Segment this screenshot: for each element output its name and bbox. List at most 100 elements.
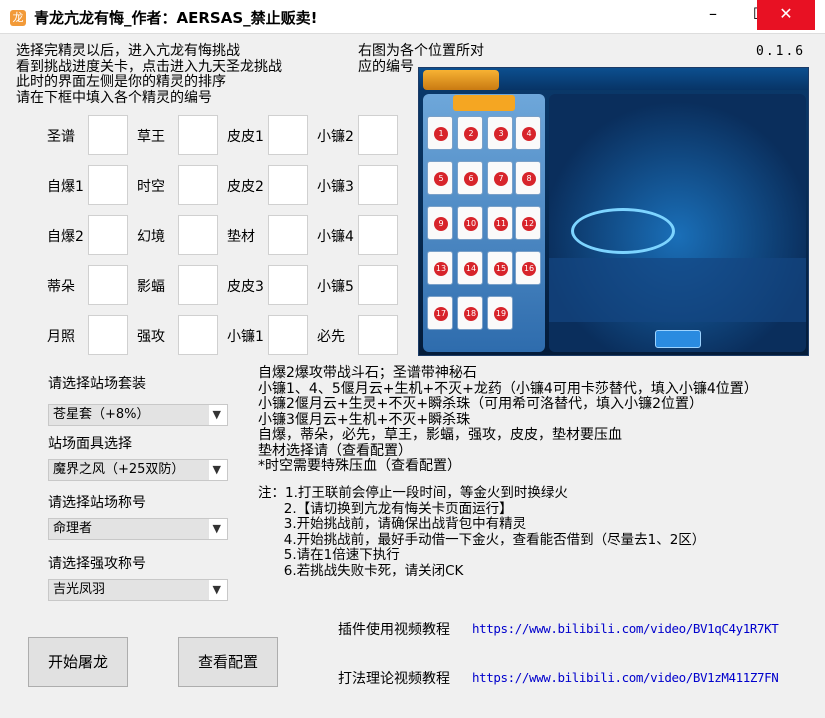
plugin-tutorial-label: 插件使用视频教程 [338, 622, 450, 638]
position-preview-image: 1 2 3 4 5 6 7 8 9 10 11 12 13 14 15 16 17 18 19 [418, 67, 809, 356]
attack-title-label: 请选择强攻称号 [48, 556, 146, 572]
card-number: 7 [494, 172, 508, 186]
card-number: 5 [434, 172, 448, 186]
card-number: 1 [434, 127, 448, 141]
station-title-select[interactable]: 命理者 ▼ [48, 518, 228, 540]
preview-card: 16 [515, 251, 541, 285]
mask-select[interactable]: 魔界之风（+25双防） ▼ [48, 459, 228, 481]
sprite-number-input[interactable] [358, 265, 398, 305]
grid-label: 时空 [137, 179, 165, 195]
sprite-number-input[interactable] [178, 165, 218, 205]
preview-card: 11 [487, 206, 513, 240]
start-button[interactable]: 开始屠龙 [28, 637, 128, 687]
grid-label: 小镰3 [317, 179, 354, 195]
sprite-number-input[interactable] [88, 165, 128, 205]
card-number: 13 [434, 262, 448, 276]
grid-label: 皮皮1 [227, 129, 264, 145]
config-notes: 自爆2爆攻带战斗石；圣谱带神秘石 小镰1、4、5偃月云+生机+不灭+龙药（小镰4… [258, 365, 758, 474]
preview-card: 8 [515, 161, 541, 195]
card-number: 12 [522, 217, 536, 231]
card-number: 11 [494, 217, 508, 231]
card-number: 8 [522, 172, 536, 186]
grid-label: 小镰5 [317, 279, 354, 295]
grid-label: 幻境 [137, 229, 165, 245]
preview-card: 3 [487, 116, 513, 150]
preview-card: 13 [427, 251, 453, 285]
suit-value: 苍星套（+8%） [53, 407, 150, 422]
preview-card: 15 [487, 251, 513, 285]
suit-select[interactable]: 苍星套（+8%） ▼ [48, 404, 228, 426]
card-number: 15 [494, 262, 508, 276]
sprite-number-input[interactable] [358, 215, 398, 255]
preview-tab [423, 70, 499, 90]
station-title-label: 请选择站场称号 [48, 495, 146, 511]
grid-label: 小镰4 [317, 229, 354, 245]
sprite-number-input[interactable] [178, 265, 218, 305]
close-button[interactable]: ✕ [757, 0, 815, 30]
sprite-number-input[interactable] [88, 315, 128, 355]
instructions-text: 选择完精灵以后，进入亢龙有悔挑战 看到挑战进度关卡，点击进入九天圣龙挑战 此时的… [16, 43, 282, 106]
grid-label: 圣谱 [47, 129, 75, 145]
grid-label: 月照 [47, 329, 75, 345]
grid-label: 垫材 [227, 229, 255, 245]
card-number: 14 [464, 262, 478, 276]
preview-card: 7 [487, 161, 513, 195]
station-title-value: 命理者 [53, 521, 93, 536]
card-number: 6 [464, 172, 478, 186]
sprite-number-input[interactable] [358, 315, 398, 355]
sprite-number-input[interactable] [88, 115, 128, 155]
card-number: 3 [494, 127, 508, 141]
grid-label: 小镰1 [227, 329, 264, 345]
sprite-number-input[interactable] [268, 265, 308, 305]
sprite-number-input[interactable] [268, 215, 308, 255]
app-icon: 龙 [10, 10, 26, 26]
sprite-number-input[interactable] [88, 265, 128, 305]
sprite-number-input[interactable] [268, 165, 308, 205]
mask-value: 魔界之风（+25双防） [53, 462, 185, 477]
preview-enter-button [655, 330, 701, 348]
theory-tutorial-label: 打法理论视频教程 [338, 671, 450, 687]
preview-card: 19 [487, 296, 513, 330]
grid-label: 小镰2 [317, 129, 354, 145]
grid-label: 自爆1 [47, 179, 84, 195]
grid-label: 草王 [137, 129, 165, 145]
attack-title-value: 吉光凤羽 [53, 582, 106, 597]
minimize-button[interactable]: – [690, 0, 736, 30]
card-number: 2 [464, 127, 478, 141]
card-number: 4 [522, 127, 536, 141]
grid-label: 皮皮2 [227, 179, 264, 195]
sprite-number-input[interactable] [178, 315, 218, 355]
preview-card: 17 [427, 296, 453, 330]
preview-card: 2 [457, 116, 483, 150]
view-config-button[interactable]: 查看配置 [178, 637, 278, 687]
grid-label: 必先 [317, 329, 345, 345]
card-number: 10 [464, 217, 478, 231]
preview-card: 12 [515, 206, 541, 240]
plugin-tutorial-link[interactable]: https://www.bilibili.com/video/BV1qC4y1R… [472, 621, 779, 636]
grid-label: 强攻 [137, 329, 165, 345]
title-bar: 龙 青龙亢龙有悔_作者：AERSAS_禁止贩卖! – ☐ ✕ [0, 0, 825, 34]
preview-banner [453, 95, 515, 111]
preview-card: 5 [427, 161, 453, 195]
card-number: 19 [494, 307, 508, 321]
chevron-down-icon: ▼ [212, 583, 221, 596]
attack-title-select[interactable]: 吉光凤羽 ▼ [48, 579, 228, 601]
grid-label: 影蝠 [137, 279, 165, 295]
sprite-number-input[interactable] [88, 215, 128, 255]
preview-platform [571, 208, 675, 254]
grid-label: 蒂朵 [47, 279, 75, 295]
mask-label: 站场面具选择 [48, 436, 132, 452]
card-number: 9 [434, 217, 448, 231]
theory-tutorial-link[interactable]: https://www.bilibili.com/video/BV1zM411Z… [472, 670, 779, 685]
sprite-number-input[interactable] [178, 115, 218, 155]
sprite-number-input[interactable] [268, 315, 308, 355]
card-number: 17 [434, 307, 448, 321]
sprite-number-input[interactable] [178, 215, 218, 255]
sprite-number-input[interactable] [358, 115, 398, 155]
suit-label: 请选择站场套装 [48, 376, 146, 392]
sprite-number-input[interactable] [358, 165, 398, 205]
version-label: 0.1.6 [756, 44, 806, 59]
preview-card: 18 [457, 296, 483, 330]
sprite-number-input[interactable] [268, 115, 308, 155]
card-number: 16 [522, 262, 536, 276]
